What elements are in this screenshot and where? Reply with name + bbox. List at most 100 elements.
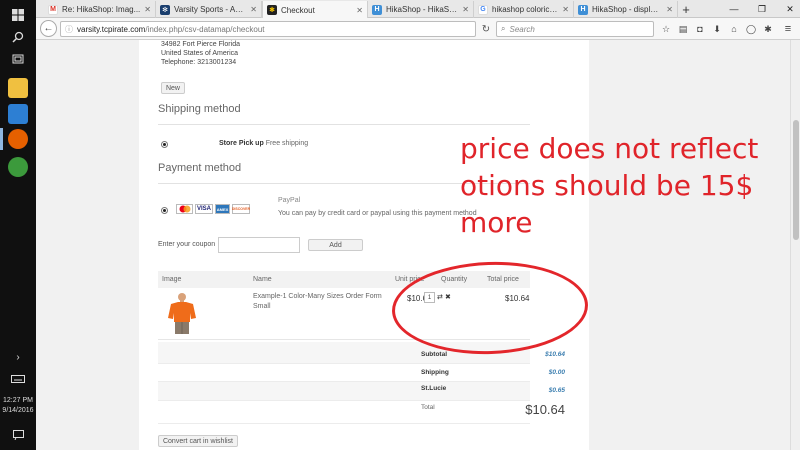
tab-label: Re: HikaShop: Imag... <box>62 5 141 14</box>
payment-option-name: PayPal <box>278 197 301 204</box>
windows-taskbar: › 12:27 PM 9/14/2016 <box>0 0 36 450</box>
start-icon[interactable] <box>6 4 30 26</box>
close-tab-icon[interactable]: ✕ <box>462 5 469 14</box>
mastercard-logo <box>176 204 193 214</box>
system-clock[interactable]: 12:27 PM 9/14/2016 <box>0 396 36 416</box>
search-box[interactable]: ⌕ Search <box>496 21 654 37</box>
tab-gmail[interactable]: M Re: HikaShop: Imag... ✕ <box>44 1 156 18</box>
extension-icon[interactable]: ✱ <box>761 22 775 36</box>
tab-label: HikaShop - display ... <box>592 5 663 14</box>
tab-hikashop-2[interactable]: H HikaShop - display ... ✕ <box>574 1 678 18</box>
payment-method-title: Payment method <box>158 162 242 174</box>
shipping-value: $0.00 <box>548 369 565 376</box>
close-tab-icon[interactable]: ✕ <box>666 5 673 14</box>
billing-address: 34982 Fort Pierce Florida United States … <box>161 40 240 67</box>
browser-tab-bar: M Re: HikaShop: Imag... ✕ ✻ Varsity Spor… <box>36 0 800 19</box>
chat-icon[interactable]: ◯ <box>744 22 758 36</box>
coupon-label: Enter your coupon <box>158 241 216 248</box>
gmail-icon: M <box>48 4 58 15</box>
divider <box>158 363 530 364</box>
annotation-line-2: otions should be 15$ <box>460 169 754 202</box>
site-icon: ✱ <box>267 5 277 15</box>
subtotal-value: $10.64 <box>545 351 565 358</box>
restore-icon[interactable]: ❐ <box>748 0 776 18</box>
address-line-3: Telephone: 3213001234 <box>161 59 237 66</box>
divider <box>158 381 530 382</box>
firefox-icon[interactable] <box>8 129 28 149</box>
store-icon[interactable] <box>8 104 28 124</box>
checkout-page: 34982 Fort Pierce Florida United States … <box>139 40 589 450</box>
totals-band <box>158 382 530 400</box>
minimize-icon[interactable]: — <box>720 0 748 18</box>
amex-logo: AMEX <box>215 204 230 214</box>
download-icon[interactable]: ⬇ <box>710 22 724 36</box>
page-scrollbar[interactable] <box>790 40 800 450</box>
show-hidden-icons-icon[interactable]: › <box>6 346 30 368</box>
info-icon: ⓘ <box>65 24 73 34</box>
add-coupon-button[interactable]: Add <box>308 239 363 251</box>
address-line-1: 34982 Fort Pierce Florida <box>161 41 240 48</box>
search-icon[interactable] <box>6 26 30 48</box>
shipping-label: Shipping <box>421 369 449 376</box>
search-icon: ⌕ <box>501 24 506 33</box>
hikashop-icon: H <box>578 4 588 15</box>
shipping-option-desc: Free shipping <box>265 140 309 147</box>
total-value: $10.64 <box>525 402 565 417</box>
search-placeholder: Search <box>509 24 535 34</box>
tab-checkout[interactable]: ✱ Checkout ✕ <box>262 1 368 19</box>
scrollbar-thumb[interactable] <box>793 120 799 240</box>
keyboard-icon[interactable] <box>6 368 30 390</box>
url-path: /index.php/csv-datamap/checkout <box>145 24 265 34</box>
close-tab-icon[interactable]: ✕ <box>562 5 569 14</box>
reload-icon[interactable]: ↻ <box>478 21 494 37</box>
tab-varsity-admin[interactable]: ✻ Varsity Sports - Adm... ✕ <box>156 1 262 18</box>
new-address-button[interactable]: New <box>161 82 185 94</box>
notifications-icon[interactable] <box>6 424 30 446</box>
product-variant: Small <box>253 303 271 310</box>
annotation-line-3: more <box>460 206 533 239</box>
divider <box>158 423 530 424</box>
product-name[interactable]: Example-1 Color-Many Sizes Order Form <box>253 293 382 300</box>
coupon-input[interactable] <box>218 237 300 253</box>
subtotal-label: Subtotal <box>421 351 447 358</box>
tab-label: HikaShop - HikaSho... <box>386 5 459 14</box>
close-window-icon[interactable]: ✕ <box>776 0 800 18</box>
home-icon[interactable]: ⌂ <box>727 22 741 36</box>
page-viewport: 34982 Fort Pierce Florida United States … <box>36 40 790 450</box>
browser-nav-bar: ← ⓘ varsity.tcpirate.com/index.php/csv-d… <box>36 18 800 40</box>
tab-label: hikashop coloricon ... <box>492 5 559 14</box>
total-label: Total <box>421 404 435 411</box>
divider <box>158 124 530 125</box>
menu-icon[interactable]: ≡ <box>781 22 795 36</box>
new-tab-icon[interactable]: + <box>678 1 694 17</box>
payment-radio[interactable] <box>161 207 168 214</box>
tab-label: Varsity Sports - Adm... <box>174 5 247 14</box>
reading-list-icon[interactable]: ▤ <box>676 22 690 36</box>
divider <box>158 400 530 401</box>
tax-value: $0.65 <box>548 387 565 394</box>
pocket-icon[interactable]: ◘ <box>693 22 707 36</box>
chrome-icon[interactable] <box>8 157 28 177</box>
tax-label: St.Lucie <box>421 385 447 392</box>
close-tab-icon[interactable]: ✕ <box>250 5 257 14</box>
close-tab-icon[interactable]: ✕ <box>144 5 151 14</box>
star-icon[interactable]: ☆ <box>659 22 673 36</box>
shipping-radio[interactable] <box>161 141 168 148</box>
col-header-name: Name <box>253 276 272 283</box>
tab-label: Checkout <box>281 5 315 15</box>
task-view-icon[interactable] <box>6 48 30 70</box>
convert-to-wishlist-button[interactable]: Convert cart in wishlist <box>158 435 238 447</box>
back-button[interactable]: ← <box>40 20 57 37</box>
address-line-2: United States of America <box>161 50 239 57</box>
close-tab-icon[interactable]: ✕ <box>356 6 363 15</box>
shipping-option-name: Store Pick up <box>219 140 264 147</box>
file-explorer-icon[interactable] <box>8 78 28 98</box>
url-bar[interactable]: ⓘ varsity.tcpirate.com/index.php/csv-dat… <box>60 21 476 37</box>
joomla-icon: ✻ <box>160 4 170 15</box>
product-image[interactable] <box>162 291 202 335</box>
col-header-image: Image <box>162 276 182 283</box>
tab-google-search[interactable]: G hikashop coloricon ... ✕ <box>474 1 574 18</box>
tab-hikashop-1[interactable]: H HikaShop - HikaSho... ✕ <box>368 1 474 18</box>
payment-option-desc: You can pay by credit card or paypal usi… <box>278 210 477 217</box>
google-icon: G <box>478 4 488 15</box>
